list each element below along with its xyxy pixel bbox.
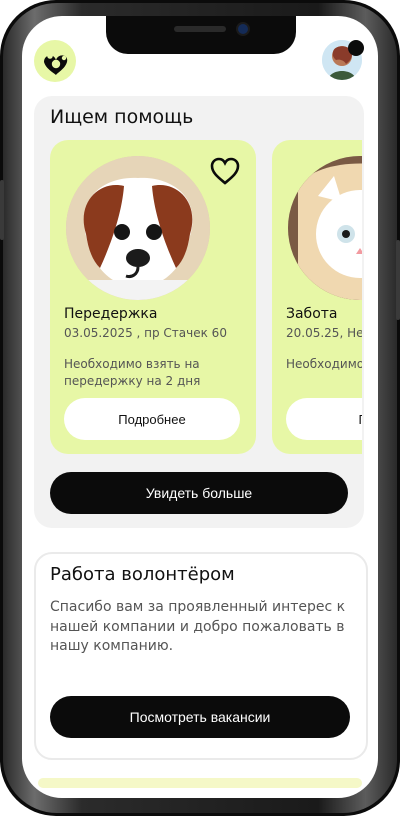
avatar-status-dot — [348, 40, 364, 56]
dog-photo-icon — [66, 156, 210, 300]
card-title: Передержка — [64, 306, 158, 322]
card-description: Необходимо взять на передержку на 2 дня — [64, 357, 201, 389]
card-meta: 03.05.2025 , пр Стачек 60 — [64, 326, 227, 340]
notch — [106, 16, 296, 54]
bottom-peek-bar — [38, 778, 362, 788]
phone-frame: Ищем помощь Передержка 03.05.2025 , пр С… — [0, 0, 400, 816]
power-button — [396, 240, 400, 320]
volunteer-section-text: Спасибо вам за проявленный интерес к наш… — [50, 599, 346, 655]
volunteer-section: Работа волонтёром Спасибо вам за проявле… — [34, 552, 368, 760]
card-meta: 20.05.25, Нев — [286, 326, 362, 340]
volume-button — [0, 180, 4, 240]
view-vacancies-button[interactable]: Посмотреть вакансии — [50, 696, 350, 738]
cat-photo-icon — [288, 156, 362, 300]
camera — [238, 24, 248, 34]
details-button[interactable]: Подр — [286, 398, 362, 440]
heart-icon — [210, 157, 240, 185]
card-description: Необходимо ... 1,5 часа, пок — [286, 357, 362, 371]
favorite-button[interactable] — [208, 154, 242, 188]
help-section-title: Ищем помощь — [50, 106, 194, 128]
help-card[interactable]: Забота 20.05.25, Нев Необходимо ... 1,5 … — [272, 140, 362, 454]
help-section: Ищем помощь Передержка 03.05.2025 , пр С… — [34, 96, 364, 528]
help-card[interactable]: Передержка 03.05.2025 , пр Стачек 60 Нео… — [50, 140, 256, 454]
pet-photo — [66, 156, 210, 300]
details-button[interactable]: Подробнее — [64, 398, 240, 440]
see-more-button[interactable]: Увидеть больше — [50, 472, 348, 514]
help-cards-carousel[interactable]: Передержка 03.05.2025 , пр Стачек 60 Нео… — [50, 140, 362, 454]
card-title: Забота — [286, 306, 338, 322]
pet-photo — [288, 156, 362, 300]
paw-heart-logo-icon — [44, 51, 68, 75]
app-logo[interactable] — [34, 40, 76, 82]
volunteer-section-title: Работа волонтёром — [50, 564, 235, 585]
speaker — [174, 26, 226, 32]
screen: Ищем помощь Передержка 03.05.2025 , пр С… — [22, 16, 378, 798]
